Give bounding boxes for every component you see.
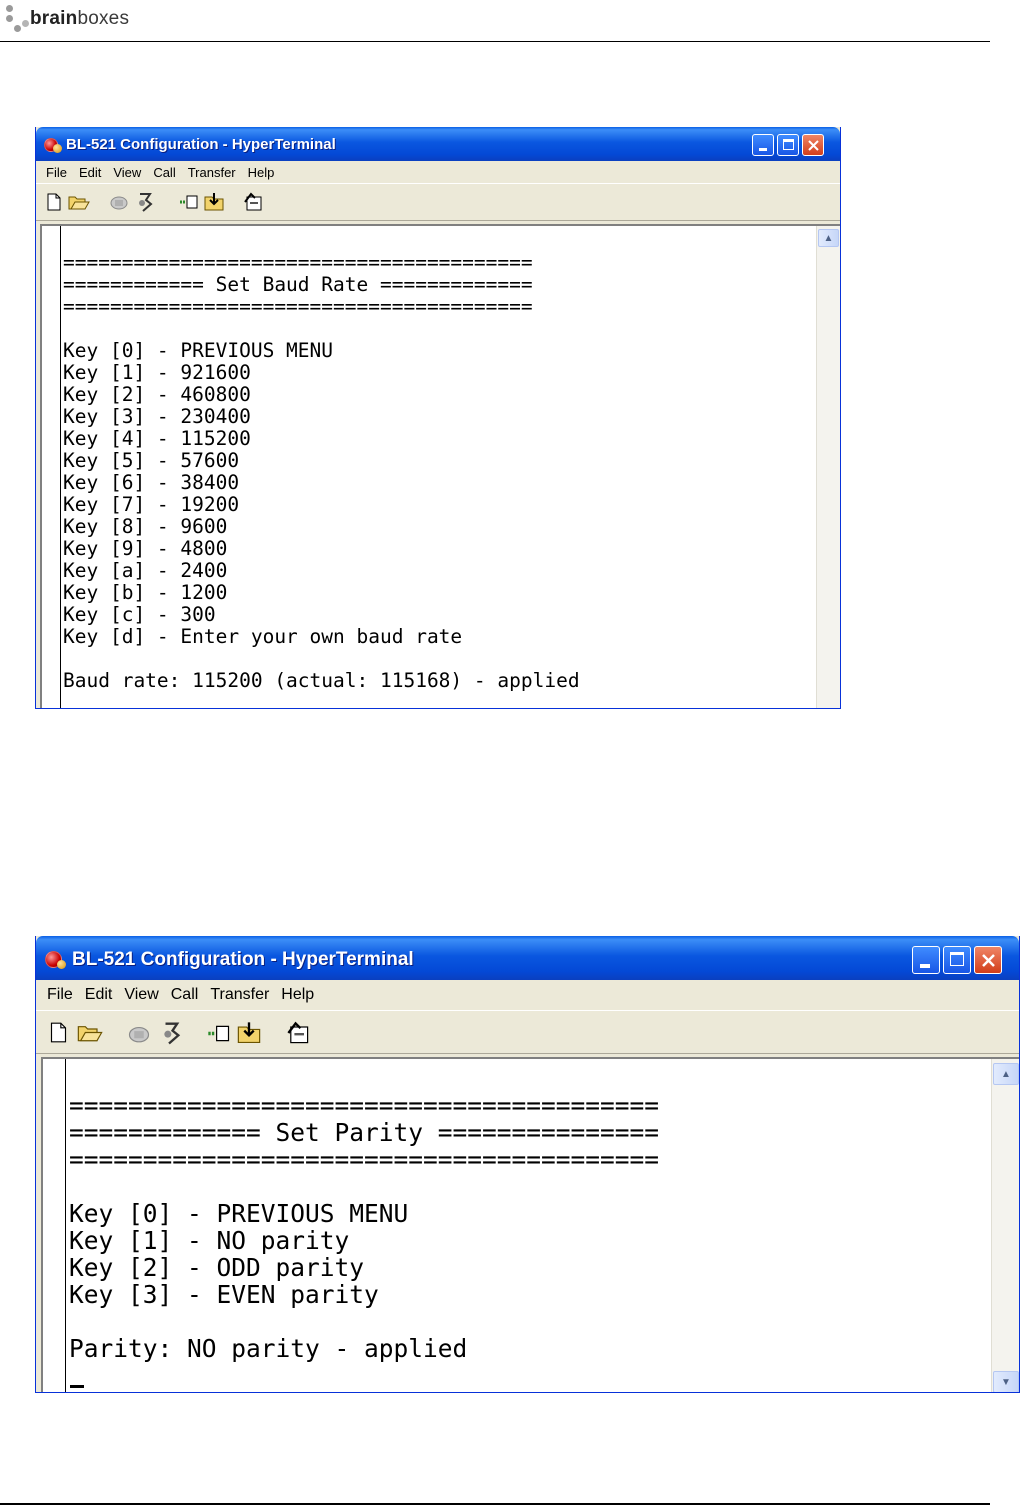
terminal-line: ​ <box>63 318 580 340</box>
menu-view[interactable]: View <box>118 986 164 1004</box>
terminal-line: ======================================== <box>69 1091 660 1120</box>
terminal-line: Baud rate: 115200 (actual: 115168) - app… <box>63 669 580 692</box>
menu-bar: File Edit View Call Transfer Help <box>36 980 1019 1010</box>
new-document-icon[interactable] <box>46 193 62 211</box>
brainboxes-logo: brainboxes <box>4 2 129 36</box>
maximize-icon <box>950 952 964 966</box>
maximize-button[interactable] <box>943 946 971 974</box>
menu-help[interactable]: Help <box>242 165 281 180</box>
menu-edit[interactable]: Edit <box>73 165 107 180</box>
terminal-line: ======================================== <box>63 251 533 274</box>
call-phone-icon[interactable] <box>137 191 155 213</box>
terminal-line: Key [0] - PREVIOUS MENU <box>69 1199 409 1228</box>
menu-file[interactable]: File <box>40 165 73 180</box>
terminal-line: ======================================== <box>63 295 533 318</box>
title-bar[interactable]: BL-521 Configuration - HyperTerminal <box>36 127 840 161</box>
terminal-line: Key [a] - 2400 <box>63 559 228 582</box>
terminal-line: Key [1] - 921600 <box>63 361 251 384</box>
properties-icon[interactable] <box>243 192 263 212</box>
minimize-icon <box>920 964 930 968</box>
terminal-line: Key [1] - NO parity <box>69 1226 350 1255</box>
menu-view[interactable]: View <box>107 165 147 180</box>
terminal-line: Key [4] - 115200 <box>63 427 251 450</box>
terminal-line: Key [d] - Enter your own baud rate <box>63 625 463 648</box>
open-folder-icon[interactable] <box>77 1022 103 1043</box>
menu-help[interactable]: Help <box>275 986 320 1004</box>
terminal-line: ​ <box>63 648 580 670</box>
send-file-icon[interactable] <box>179 194 199 210</box>
terminal-line: ​ <box>69 1173 659 1200</box>
maximize-button[interactable] <box>777 134 799 156</box>
toolbar <box>36 1010 1019 1054</box>
terminal-line: ​ <box>63 230 580 252</box>
hyperterminal-icon <box>44 138 62 153</box>
document-footer-rule <box>0 1503 990 1505</box>
terminal-line: Key [3] - EVEN parity <box>69 1280 379 1309</box>
open-folder-icon[interactable] <box>68 193 90 211</box>
terminal-line: Key [2] - 460800 <box>63 383 251 406</box>
terminal-output: ​=======================================… <box>63 230 580 692</box>
disconnect-phone-icon[interactable] <box>109 194 129 210</box>
minimize-button[interactable] <box>752 134 774 156</box>
terminal-line: Key [2] - ODD parity <box>69 1253 365 1282</box>
scroll-up-arrow-icon[interactable]: ▲ <box>993 1063 1019 1085</box>
new-document-icon[interactable] <box>49 1022 68 1043</box>
receive-file-icon[interactable] <box>203 192 225 212</box>
window-title: BL-521 Configuration - HyperTerminal <box>66 136 336 153</box>
close-icon <box>982 954 995 967</box>
terminal-line: Key [9] - 4800 <box>63 537 228 560</box>
call-phone-icon[interactable] <box>162 1020 183 1046</box>
receive-file-icon[interactable] <box>236 1021 262 1045</box>
terminal-line: ============= Set Parity =============== <box>69 1118 660 1147</box>
hyperterminal-window-baud-rate: BL-521 Configuration - HyperTerminal Fil… <box>35 127 841 709</box>
menu-transfer[interactable]: Transfer <box>182 165 242 180</box>
terminal-line: Key [0] - PREVIOUS MENU <box>63 339 334 362</box>
close-button[interactable] <box>974 946 1002 974</box>
terminal-line: ======================================== <box>69 1145 660 1174</box>
terminal-line: Key [b] - 1200 <box>63 581 228 604</box>
terminal-line: Key [3] - 230400 <box>63 405 251 428</box>
terminal-line: Key [8] - 9600 <box>63 515 228 538</box>
toolbar <box>36 183 840 221</box>
terminal-line: ​ <box>69 1308 659 1335</box>
scroll-down-arrow-icon[interactable]: ▼ <box>993 1371 1019 1392</box>
close-icon <box>808 140 819 151</box>
title-bar[interactable]: BL-521 Configuration - HyperTerminal <box>36 936 1019 980</box>
terminal-line: Key [6] - 38400 <box>63 471 240 494</box>
logo-text-bold: brain <box>30 8 78 29</box>
vertical-scrollbar[interactable]: ▲ ▼ <box>991 1059 1019 1392</box>
menu-edit[interactable]: Edit <box>79 986 119 1004</box>
menu-bar: File Edit View Call Transfer Help <box>36 161 840 183</box>
properties-icon[interactable] <box>286 1021 310 1045</box>
window-title: BL-521 Configuration - HyperTerminal <box>72 949 414 970</box>
hyperterminal-window-parity: BL-521 Configuration - HyperTerminal Fil… <box>35 936 1020 1393</box>
terminal-area[interactable]: ​=======================================… <box>41 1057 1019 1392</box>
menu-call[interactable]: Call <box>147 165 181 180</box>
send-file-icon[interactable] <box>207 1024 231 1043</box>
terminal-area[interactable]: ​=======================================… <box>40 224 840 708</box>
minimize-icon <box>759 148 767 151</box>
terminal-line: Key [7] - 19200 <box>63 493 240 516</box>
maximize-icon <box>783 139 794 150</box>
terminal-output: ​=======================================… <box>69 1065 659 1362</box>
disconnect-phone-icon[interactable] <box>127 1024 151 1043</box>
terminal-line: Key [c] - 300 <box>63 603 216 626</box>
document-header: brainboxes <box>0 0 990 42</box>
hyperterminal-icon <box>45 951 66 969</box>
minimize-button[interactable] <box>912 946 940 974</box>
text-cursor <box>70 1385 84 1388</box>
terminal-line: ​ <box>69 1065 659 1092</box>
menu-call[interactable]: Call <box>165 986 205 1004</box>
terminal-line: ============ Set Baud Rate ============= <box>63 273 533 296</box>
logo-text-regular: boxes <box>77 8 130 29</box>
terminal-line: Parity: NO parity - applied <box>69 1334 468 1363</box>
terminal-line: Key [5] - 57600 <box>63 449 240 472</box>
menu-transfer[interactable]: Transfer <box>204 986 275 1004</box>
menu-file[interactable]: File <box>41 986 79 1004</box>
close-button[interactable] <box>802 134 824 156</box>
vertical-scrollbar[interactable]: ▲ <box>816 226 840 708</box>
scroll-up-arrow-icon[interactable]: ▲ <box>818 229 839 247</box>
logo-dots-icon <box>4 2 30 36</box>
